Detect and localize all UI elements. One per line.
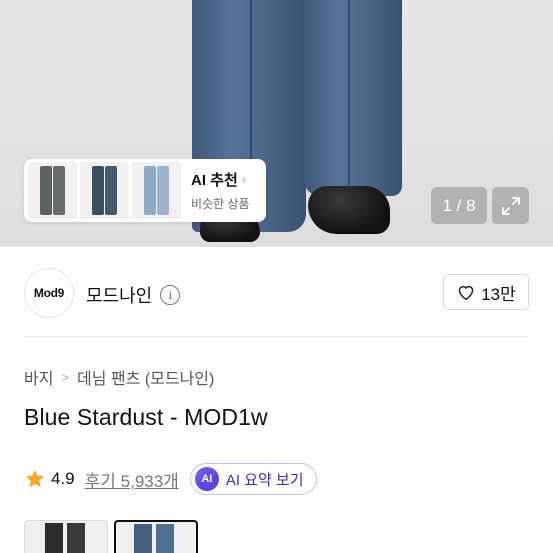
breadcrumb: 바지 > 데님 팬츠 (모드나인) [24,365,214,389]
brand-logo[interactable]: Mod9 [24,268,74,318]
product-title: Blue Stardust - MOD1w [24,404,268,430]
like-count: 13만 [481,284,516,304]
rating-value: 4.9 [51,469,75,488]
thumb-dark-blue-jeans[interactable] [80,162,129,219]
image-counter: 1 / 8 [431,187,487,224]
chevron-right-icon: › [241,172,247,187]
chevron-right-icon: > [61,369,70,385]
heart-icon [458,285,474,301]
star-icon [25,469,45,488]
ai-badge-icon: AI [194,467,219,491]
ai-recommend-subtitle: 비슷한 상품 [191,197,250,211]
rating-row: 4.9 후기 5,933개 AI AI 요약 보기 [24,463,317,495]
jeans-right-leg [304,0,402,196]
expand-icon[interactable] [492,187,529,224]
divider [24,336,529,337]
ai-summary-button[interactable]: AI AI 요약 보기 [189,463,317,495]
thumb-gray-jeans[interactable] [28,162,77,219]
color-swatch-blue[interactable] [114,520,198,553]
brand-row: Mod9 모드나인 i 13만 [0,265,553,320]
like-button[interactable]: 13만 [443,274,529,310]
breadcrumb-item-pants[interactable]: 바지 [24,365,53,389]
product-image[interactable]: AI 추천 › 비슷한 상품 1 / 8 [0,0,553,247]
info-icon[interactable]: i [160,285,181,305]
ai-summary-label: AI 요약 보기 [225,471,304,489]
breadcrumb-item-denim[interactable]: 데님 팬츠 (모드나인) [77,365,214,389]
reviews-link[interactable]: 후기 5,933개 [85,467,179,492]
color-swatch-black[interactable] [24,520,108,553]
thumb-light-blue-jeans[interactable] [132,162,181,219]
ai-recommend-card[interactable]: AI 추천 › 비슷한 상품 [24,159,266,222]
shoe-right [308,186,390,234]
ai-recommend-title: AI 추천 › [191,172,247,189]
brand-name[interactable]: 모드나인 i [86,282,181,308]
